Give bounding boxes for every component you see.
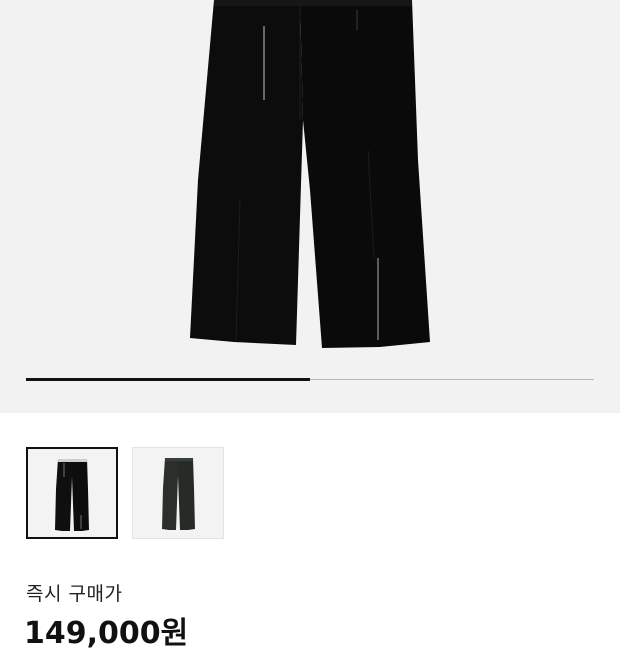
pants-black-icon (55, 459, 89, 531)
instant-price-label: 즉시 구매가 (26, 583, 123, 605)
pants-dark-green-icon (162, 458, 195, 530)
product-main-image (190, 0, 430, 348)
pants-left-leg (190, 0, 303, 345)
gallery-progress-fill (26, 378, 310, 381)
instant-price-value: 149,000원 (24, 616, 189, 651)
gallery-progress-bar (26, 378, 594, 381)
pants-right-leg (300, 0, 430, 348)
thumbnail-black[interactable] (26, 447, 118, 539)
product-image-gallery[interactable] (0, 0, 620, 413)
thumbnail-dark-green[interactable] (132, 447, 224, 539)
